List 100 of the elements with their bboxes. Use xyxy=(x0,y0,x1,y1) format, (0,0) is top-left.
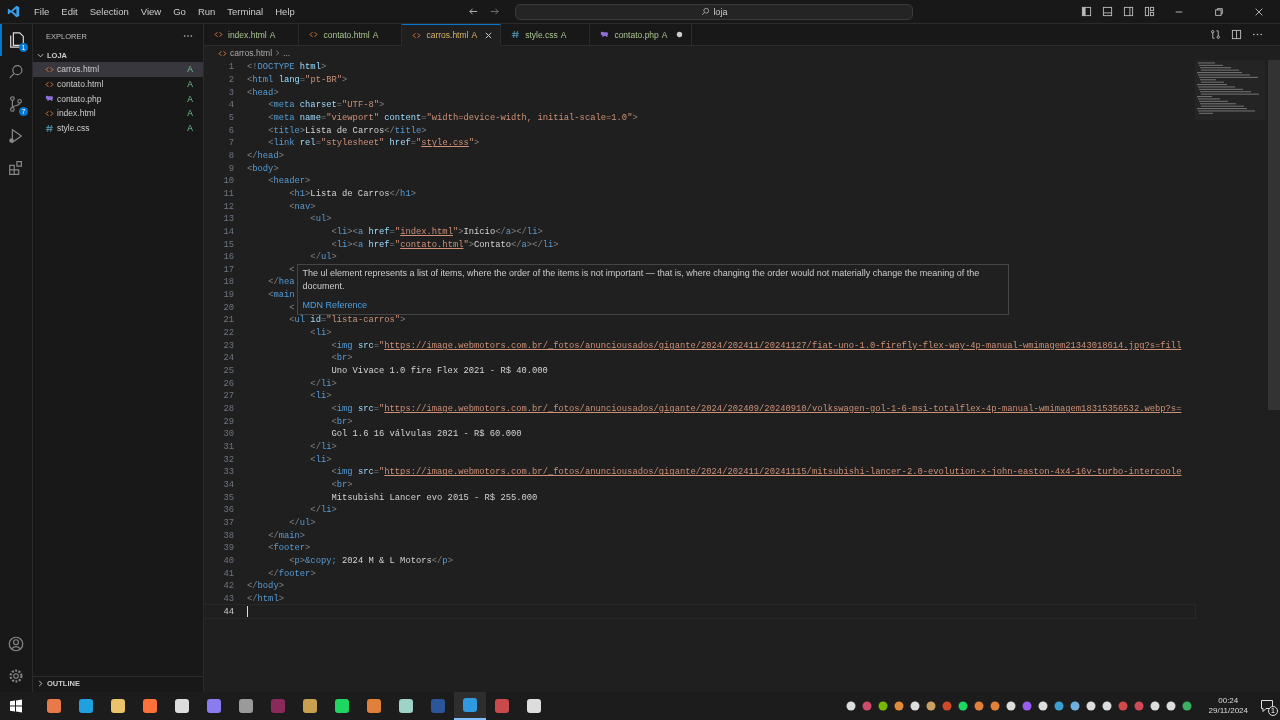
code-line: </footer> xyxy=(267,568,316,579)
line-number: 26 xyxy=(222,378,234,389)
app-icon[interactable] xyxy=(238,698,254,714)
code-line: <html lang="pt-BR"> xyxy=(247,75,348,85)
secondary-sidebar-icon[interactable] xyxy=(1123,6,1134,17)
panel-toggle-icon[interactable] xyxy=(1102,6,1113,17)
source-control-icon[interactable] xyxy=(7,95,25,113)
tray-icon[interactable] xyxy=(1148,700,1161,712)
extensions-icon[interactable] xyxy=(7,159,25,177)
app-icon[interactable] xyxy=(334,698,350,714)
back-arrow-icon[interactable] xyxy=(468,6,480,17)
app-icon[interactable] xyxy=(110,698,126,714)
app-icon[interactable] xyxy=(174,698,190,714)
explorer-entry[interactable]: carros.html A xyxy=(33,62,203,77)
tray-icon[interactable] xyxy=(1052,700,1065,712)
breadcrumb-item[interactable]: ... xyxy=(283,48,291,58)
files-icon[interactable] xyxy=(8,31,26,49)
tray-icon[interactable] xyxy=(1036,700,1049,712)
menu-item[interactable]: View xyxy=(134,4,168,19)
code-line: < xyxy=(288,264,295,275)
sidebar-toggle-icon[interactable] xyxy=(1081,6,1092,17)
line-number: 4 xyxy=(227,100,234,111)
editor-tab[interactable]: contato.html A xyxy=(299,24,403,46)
tray-icon[interactable] xyxy=(1084,700,1097,712)
app-icon[interactable] xyxy=(78,698,94,714)
close-icon[interactable] xyxy=(484,30,494,40)
menu-item[interactable]: Go xyxy=(167,4,192,19)
line-number: 10 xyxy=(222,176,234,187)
code-line: <li><a href="index.html">Início</a></li> xyxy=(330,226,543,237)
clock[interactable]: 00:24 29/11/2024 xyxy=(1208,696,1248,716)
layout-icon[interactable] xyxy=(1144,6,1155,17)
explorer-entry[interactable]: contato.html A xyxy=(33,76,203,92)
restore-icon[interactable] xyxy=(1214,6,1224,17)
menu-item[interactable]: File xyxy=(28,4,56,19)
forward-arrow-icon[interactable] xyxy=(489,6,501,17)
menu-item[interactable]: Help xyxy=(269,4,301,19)
git-status-letter: A xyxy=(187,123,193,134)
git-status-letter: A xyxy=(187,108,193,119)
git-status-letter: A xyxy=(661,29,668,40)
menu-item[interactable]: Edit xyxy=(55,4,84,19)
line-number: 13 xyxy=(222,214,234,225)
code-line: <img src="https://image.webmotors.com.br/_fotos/anunciousados/gigante/2024/202411/20241127/fiat-uno-1.0-firefly-flex-way-4p-manual-wmimagem21343018614.jpg?s=fill xyxy=(330,340,1182,351)
menu-item[interactable]: Terminal xyxy=(221,4,270,19)
menu-item[interactable]: Run xyxy=(191,4,222,19)
search-icon[interactable] xyxy=(7,63,25,81)
tray-icon[interactable] xyxy=(972,700,985,712)
explorer-entry[interactable]: index.html A xyxy=(33,106,203,121)
settings-icon[interactable] xyxy=(7,667,25,685)
code-line: </li> xyxy=(309,442,337,452)
app-icon[interactable] xyxy=(142,698,158,714)
tray-icon[interactable] xyxy=(876,700,889,712)
tray-icon[interactable] xyxy=(956,700,969,712)
menu-item[interactable]: Selection xyxy=(83,4,135,19)
notification-icon[interactable] xyxy=(1260,699,1274,713)
tray-icon[interactable] xyxy=(1068,700,1081,712)
tray-icon[interactable] xyxy=(844,700,857,712)
git-status-letter: A xyxy=(269,29,276,40)
explorer-entry[interactable]: contato.php A xyxy=(33,91,203,107)
run-debug-icon[interactable] xyxy=(7,127,25,145)
reference-link[interactable]: MDN Reference xyxy=(302,296,368,312)
app-icon[interactable] xyxy=(526,698,542,714)
line-number: 23 xyxy=(222,340,234,351)
tray-icon[interactable] xyxy=(1100,700,1113,712)
editor-tab[interactable]: contato.php A xyxy=(590,24,692,46)
tray-icon[interactable] xyxy=(892,700,905,712)
tray-icon[interactable] xyxy=(1180,700,1193,712)
code-line: <nav> xyxy=(288,201,316,212)
tray-icon[interactable] xyxy=(988,700,1001,712)
account-icon[interactable] xyxy=(7,635,25,653)
line-number: 6 xyxy=(227,125,234,136)
app-icon[interactable] xyxy=(206,698,222,714)
app-icon[interactable] xyxy=(302,698,318,714)
tray-icon[interactable] xyxy=(908,700,921,712)
split-editor-icon[interactable] xyxy=(1231,29,1242,40)
close-icon[interactable] xyxy=(1254,6,1264,17)
explorer-entry[interactable]: style.css A xyxy=(33,120,203,136)
code-line: <h1>Lista de Carros</h1> xyxy=(288,188,416,199)
code-line: <meta name="viewport" content="width=device-width, initial-scale=1.0"> xyxy=(267,112,638,123)
app-icon[interactable] xyxy=(398,698,414,714)
more-icon[interactable] xyxy=(183,34,193,38)
app-icon[interactable] xyxy=(46,698,62,714)
start-icon[interactable] xyxy=(9,699,23,713)
editor-tab[interactable]: index.html A xyxy=(204,24,300,46)
breadcrumb-item[interactable]: carros.html xyxy=(230,48,273,58)
line-number: 25 xyxy=(222,366,234,377)
editor-tab[interactable]: carros.html A xyxy=(402,24,502,46)
editor-tab[interactable]: style.css A xyxy=(501,24,591,46)
code-line: <li> xyxy=(309,391,332,402)
code-line: <br> xyxy=(330,353,353,364)
git-status-letter: A xyxy=(372,29,379,40)
compare-changes-icon[interactable] xyxy=(1210,29,1221,40)
search-field[interactable]: loja xyxy=(515,3,914,20)
tray-icon[interactable] xyxy=(1164,700,1177,712)
code-line: <li> xyxy=(309,454,332,465)
code-line: < xyxy=(288,302,295,313)
app-icon[interactable] xyxy=(366,698,382,714)
tray-icon[interactable] xyxy=(1004,700,1017,712)
code-line: Uno Vivace 1.0 fire Flex 2021 - R$ 40.000 xyxy=(330,366,548,377)
unsaved-dot-icon xyxy=(674,30,684,39)
tray-icon[interactable] xyxy=(924,700,937,712)
